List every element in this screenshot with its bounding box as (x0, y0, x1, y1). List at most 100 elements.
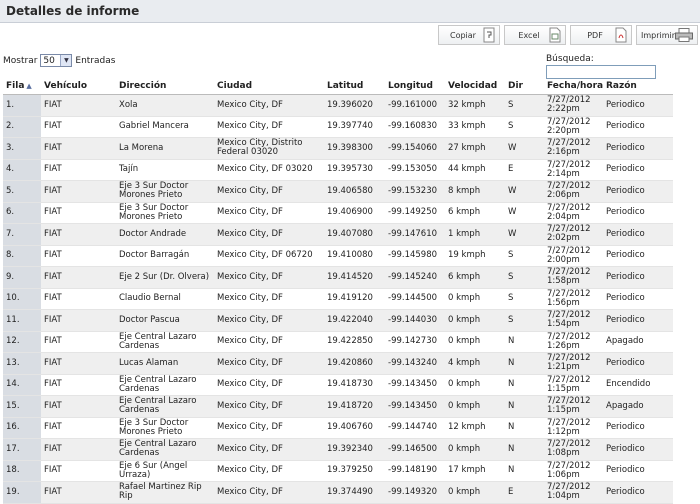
copy-button[interactable]: Copiar (438, 25, 500, 45)
column-header-velocidad[interactable]: Velocidad (445, 78, 505, 95)
cell-vehiculo: FIAT (41, 116, 116, 138)
table-row[interactable]: 8. FIAT Doctor Barragán Mexico City, DF 067… (3, 245, 673, 267)
cell-fila: 9. (3, 266, 41, 289)
cell-fecha: 7/27/2012 2:14pm (544, 159, 603, 181)
cell-longitud: -99.145240 (385, 266, 445, 289)
column-header-fecha[interactable]: Fecha/hora (544, 78, 603, 95)
column-header-razon[interactable]: Razón (603, 78, 673, 95)
table-row[interactable]: 19. FIAT Rafael Martinez Rip Rip Mexico Cit… (3, 481, 673, 504)
column-header-vehiculo[interactable]: Vehículo (41, 78, 116, 95)
column-header-ciudad[interactable]: Ciudad (214, 78, 324, 95)
cell-latitud: 19.419120 (324, 288, 385, 310)
table-row[interactable]: 3. FIAT La Morena Mexico City, Distrito Fed… (3, 137, 673, 160)
cell-razon: Periodico (603, 159, 673, 181)
cell-longitud: -99.153050 (385, 159, 445, 181)
entries-select[interactable]: 50 ▼ (40, 54, 73, 67)
cell-fila: 16. (3, 417, 41, 439)
cell-razon: Periodico (603, 352, 673, 375)
cell-velocidad: 0 kmph (445, 331, 505, 353)
table-row[interactable]: 10. FIAT Claudio Bernal Mexico City, DF 19.4… (3, 288, 673, 310)
table-row[interactable]: 17. FIAT Eje Central Lazaro Cardenas Mexico… (3, 438, 673, 461)
cell-dir: N (505, 395, 544, 418)
cell-velocidad: 0 kmph (445, 438, 505, 461)
table-body: 1. FIAT Xola Mexico City, DF 19.396020 -99.16… (3, 94, 673, 504)
length-control: Mostrar 50 ▼ Entradas (3, 54, 115, 67)
printer-icon (675, 27, 694, 43)
cell-latitud: 19.406900 (324, 202, 385, 224)
sort-asc-icon: ▲ (26, 82, 32, 90)
cell-vehiculo: FIAT (41, 202, 116, 224)
pdf-button-label: PDF (587, 30, 603, 40)
table-row[interactable]: 12. FIAT Eje Central Lazaro Cardenas Mexico… (3, 331, 673, 353)
column-header-fila[interactable]: Fila ▲ (3, 78, 41, 95)
cell-velocidad: 8 kmph (445, 180, 505, 203)
cell-fecha: 7/27/2012 2:20pm (544, 116, 603, 138)
cell-velocidad: 32 kmph (445, 94, 505, 117)
pdf-button[interactable]: PDF (570, 25, 632, 45)
table-row[interactable]: 6. FIAT Eje 3 Sur Doctor Morones Prieto Mex… (3, 202, 673, 224)
cell-direccion: Eje Central Lazaro Cardenas (116, 438, 214, 461)
cell-longitud: -99.145980 (385, 245, 445, 267)
cell-ciudad: Mexico City, DF (214, 180, 324, 203)
search-input[interactable] (546, 65, 656, 79)
cell-direccion: Eje 3 Sur Doctor Morones Prieto (116, 417, 214, 439)
cell-dir: W (505, 223, 544, 246)
table-row[interactable]: 13. FIAT Lucas Alaman Mexico City, DF 19.420… (3, 352, 673, 375)
cell-vehiculo: FIAT (41, 180, 116, 203)
cell-fila: 5. (3, 180, 41, 203)
print-button[interactable]: Imprimir (636, 25, 698, 45)
cell-razon: Apagado (603, 395, 673, 418)
table-row[interactable]: 15. FIAT Eje Central Lazaro Cardenas Mexico… (3, 395, 673, 418)
table-row[interactable]: 2. FIAT Gabriel Mancera Mexico City, DF 19.3… (3, 116, 673, 138)
table-row[interactable]: 7. FIAT Doctor Andrade Mexico City, DF 19.40… (3, 223, 673, 246)
table-row[interactable]: 14. FIAT Eje Central Lazaro Cardenas Mexico… (3, 374, 673, 396)
export-toolbar: Copiar Excel PDF Imprimir (438, 25, 698, 45)
column-header-longitud[interactable]: Longitud (385, 78, 445, 95)
cell-dir: S (505, 116, 544, 138)
excel-button-label: Excel (518, 30, 540, 40)
cell-direccion: Xola (116, 94, 214, 117)
cell-fila: 4. (3, 159, 41, 181)
cell-fila: 17. (3, 438, 41, 461)
excel-button[interactable]: Excel (504, 25, 566, 45)
table-row[interactable]: 11. FIAT Doctor Pascua Mexico City, DF 19.42… (3, 309, 673, 332)
report-header: Detalles de informe (0, 0, 700, 23)
table-row[interactable]: 18. FIAT Eje 6 Sur (Angel Urraza) Mexico Ci… (3, 460, 673, 482)
cell-vehiculo: FIAT (41, 137, 116, 160)
cell-fila: 11. (3, 309, 41, 332)
cell-direccion: Doctor Pascua (116, 309, 214, 332)
table-row[interactable]: 9. FIAT Eje 2 Sur (Dr. Olvera) Mexico City,… (3, 266, 673, 289)
cell-ciudad: Mexico City, DF 06720 (214, 245, 324, 267)
chevron-down-icon: ▼ (60, 55, 72, 66)
report-table: Fila ▲ Vehículo Dirección Ciudad Latitud … (3, 78, 673, 504)
cell-longitud: -99.144500 (385, 288, 445, 310)
table-row[interactable]: 1. FIAT Xola Mexico City, DF 19.396020 -99.16… (3, 94, 673, 117)
copy-button-label: Copiar (450, 30, 476, 40)
cell-longitud: -99.149320 (385, 481, 445, 504)
cell-vehiculo: FIAT (41, 374, 116, 396)
cell-direccion: Eje 6 Sur (Angel Urraza) (116, 460, 214, 482)
table-row[interactable]: 16. FIAT Eje 3 Sur Doctor Morones Prieto Me… (3, 417, 673, 439)
cell-fecha: 7/27/2012 2:06pm (544, 180, 603, 203)
table-row[interactable]: 5. FIAT Eje 3 Sur Doctor Morones Prieto Mex… (3, 180, 673, 203)
cell-vehiculo: FIAT (41, 460, 116, 482)
cell-latitud: 19.374490 (324, 481, 385, 504)
cell-direccion: Eje Central Lazaro Cardenas (116, 331, 214, 353)
cell-ciudad: Mexico City, DF (214, 438, 324, 461)
copy-icon (483, 27, 495, 43)
cell-longitud: -99.160830 (385, 116, 445, 138)
cell-longitud: -99.149250 (385, 202, 445, 224)
page-title: Detalles de informe (6, 4, 140, 18)
cell-razon: Periodico (603, 266, 673, 289)
cell-fila: 2. (3, 116, 41, 138)
cell-fila: 1. (3, 94, 41, 117)
column-header-latitud[interactable]: Latitud (324, 78, 385, 95)
cell-ciudad: Mexico City, DF (214, 309, 324, 332)
column-header-direccion[interactable]: Dirección (116, 78, 214, 95)
cell-longitud: -99.154060 (385, 137, 445, 160)
cell-latitud: 19.395730 (324, 159, 385, 181)
column-header-dir[interactable]: Dir (505, 78, 544, 95)
table-row[interactable]: 4. FIAT Tajín Mexico City, DF 03020 19.39573… (3, 159, 673, 181)
cell-fecha: 7/27/2012 2:16pm (544, 137, 603, 160)
cell-razon: Periodico (603, 288, 673, 310)
